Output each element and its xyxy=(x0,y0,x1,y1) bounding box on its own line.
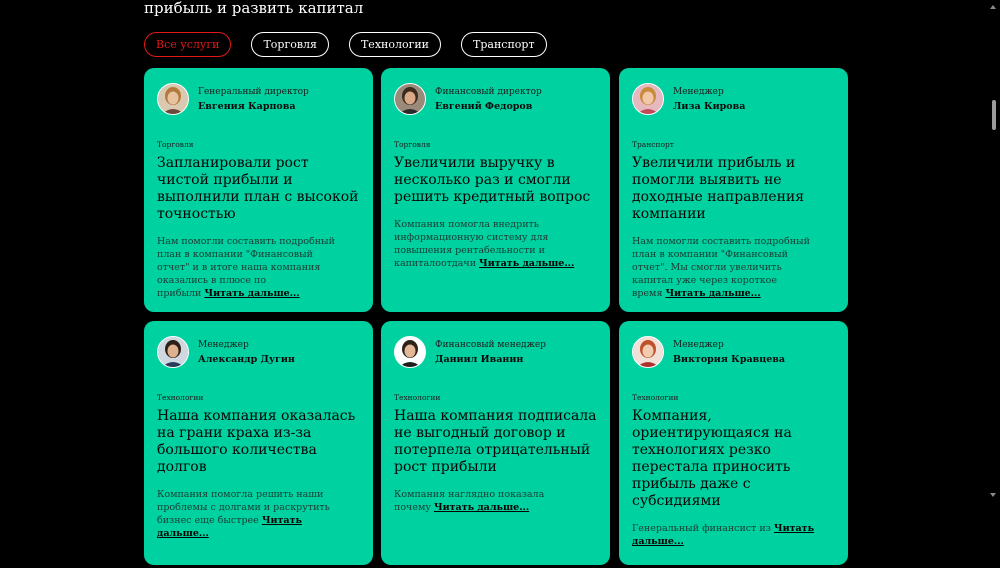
author-name: Даниил Иванин xyxy=(435,353,524,365)
card-category: Торговля xyxy=(157,140,194,149)
read-more-link[interactable]: Читать дальше... xyxy=(665,288,760,299)
card-text-body: Компания помогла решить наши проблемы с … xyxy=(157,489,330,526)
author-role: Менеджер xyxy=(673,86,724,97)
page-subtitle: прибыль и развить капитал xyxy=(144,0,364,17)
avatar xyxy=(394,336,426,368)
author-block: Финансовый менеджер Даниил Иванин xyxy=(394,336,597,368)
card-title: Увеличили выручку в несколько раз и смог… xyxy=(394,155,591,205)
author-role: Финансовый менеджер xyxy=(435,339,546,350)
author-name: Лиза Кирова xyxy=(673,100,746,112)
avatar xyxy=(632,83,664,115)
card-category: Технологии xyxy=(632,393,679,402)
filter-technology[interactable]: Технологии xyxy=(348,32,442,57)
card-category: Торговля xyxy=(394,140,431,149)
card-text: Нам помогли составить подробный план в к… xyxy=(157,235,342,300)
card-title: Увеличили прибыль и помогли выявить не д… xyxy=(632,155,805,222)
card-title: Запланировали рост чистой прибыли и выпо… xyxy=(157,155,359,222)
read-more-link[interactable]: Читать дальше... xyxy=(204,288,299,299)
author-block: Финансовый директор Евгений Федоров xyxy=(394,83,597,115)
page-scrollbar[interactable] xyxy=(987,0,1000,502)
card-title: Наша компания оказалась на грани краха и… xyxy=(157,408,356,475)
avatar xyxy=(632,336,664,368)
author-block: Менеджер Лиза Кирова xyxy=(632,83,835,115)
testimonial-card[interactable]: Финансовый директор Евгений Федоров Торгов… xyxy=(381,68,610,312)
card-text: Компания помогла внедрить информационную… xyxy=(394,218,579,270)
card-title: Наша компания подписала не выгодный дого… xyxy=(394,408,597,475)
author-role: Менеджер xyxy=(198,339,249,350)
card-text-body: Генеральный финансист из xyxy=(632,523,771,534)
card-text: Компания наглядно показала почему Читать … xyxy=(394,488,579,514)
scroll-down-icon[interactable] xyxy=(990,493,996,497)
card-category: Технологии xyxy=(157,393,204,402)
card-category: Транспорт xyxy=(632,140,674,149)
card-text: Нам помогли составить подробный план в к… xyxy=(632,235,817,300)
author-name: Евгений Федоров xyxy=(435,100,533,112)
avatar xyxy=(157,336,189,368)
filter-trade[interactable]: Торговля xyxy=(251,32,329,57)
author-role: Менеджер xyxy=(673,339,724,350)
read-more-link[interactable]: Читать дальше... xyxy=(434,502,529,513)
author-name: Евгения Карпова xyxy=(198,100,296,112)
avatar xyxy=(157,83,189,115)
testimonial-card[interactable]: Финансовый менеджер Даниил Иванин Технолог… xyxy=(381,321,610,565)
card-category: Технологии xyxy=(394,393,441,402)
scrollbar-thumb[interactable] xyxy=(992,100,996,130)
scroll-up-icon[interactable] xyxy=(990,5,996,9)
read-more-link[interactable]: Читать дальше... xyxy=(479,258,574,269)
author-name: Виктория Кравцева xyxy=(673,353,786,365)
testimonial-card[interactable]: Генеральный директор Евгения Карпова Торго… xyxy=(144,68,373,312)
card-title: Компания, ориентирующаяся на технологиях… xyxy=(632,408,792,509)
author-name: Александр Дугин xyxy=(198,353,295,365)
author-block: Менеджер Виктория Кравцева xyxy=(632,336,835,368)
card-text: Генеральный финансист из Читать дальше... xyxy=(632,522,817,548)
author-block: Генеральный директор Евгения Карпова xyxy=(157,83,360,115)
testimonial-card[interactable]: Менеджер Виктория Кравцева Технологии Компа… xyxy=(619,321,848,565)
author-role: Финансовый директор xyxy=(435,86,542,97)
author-block: Менеджер Александр Дугин xyxy=(157,336,360,368)
card-text: Компания помогла решить наши проблемы с … xyxy=(157,488,342,540)
testimonial-card[interactable]: Менеджер Александр Дугин Технологии Наша ко… xyxy=(144,321,373,565)
avatar xyxy=(394,83,426,115)
testimonial-grid: Генеральный директор Евгения Карпова Торго… xyxy=(144,68,848,568)
filter-transport[interactable]: Транспорт xyxy=(461,32,547,57)
author-role: Генеральный директор xyxy=(198,86,309,97)
service-filters: Все услуги Торговля Технологии Транспорт xyxy=(144,32,567,57)
filter-all-services[interactable]: Все услуги xyxy=(144,32,232,57)
testimonial-card[interactable]: Менеджер Лиза Кирова Транспорт Увеличили пр… xyxy=(619,68,848,312)
